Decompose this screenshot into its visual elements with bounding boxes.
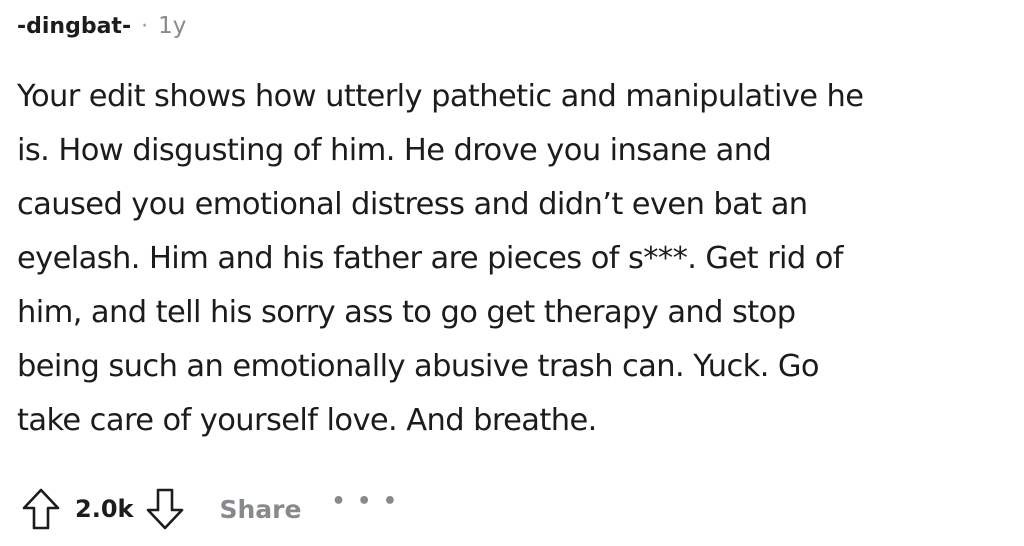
comment-line: is. How disgusting of him. He drove you … <box>17 133 772 168</box>
comment-body: Your edit shows how utterly pathetic and… <box>17 70 1017 448</box>
comment-age[interactable]: 1y <box>158 13 186 39</box>
comment-meta: -dingbat- · 1y <box>17 8 186 44</box>
comment-line: Your edit shows how utterly pathetic and… <box>17 79 864 114</box>
comment-line: caused you emotional distress and didn’t… <box>17 187 808 222</box>
comment-line: take care of yourself love. And breathe. <box>17 403 597 438</box>
upvote-button[interactable] <box>17 485 65 533</box>
more-options-icon[interactable]: • • • <box>331 489 399 514</box>
comment-actions: 2.0k Share • • • <box>17 482 399 536</box>
meta-separator: · <box>141 13 149 39</box>
share-button[interactable]: Share <box>219 495 301 524</box>
downvote-button[interactable] <box>141 485 189 533</box>
comment-line: him, and tell his sorry ass to go get th… <box>17 295 796 330</box>
arrow-down-outline-icon <box>147 488 184 530</box>
comment-line: eyelash. Him and his father are pieces o… <box>17 241 844 276</box>
comment: -dingbat- · 1y Your edit shows how utter… <box>0 0 1024 546</box>
comment-line: being such an emotionally abusive trash … <box>17 349 820 384</box>
author-username[interactable]: -dingbat- <box>17 14 131 39</box>
arrow-up-outline-icon <box>22 488 60 530</box>
vote-score: 2.0k <box>75 495 134 523</box>
